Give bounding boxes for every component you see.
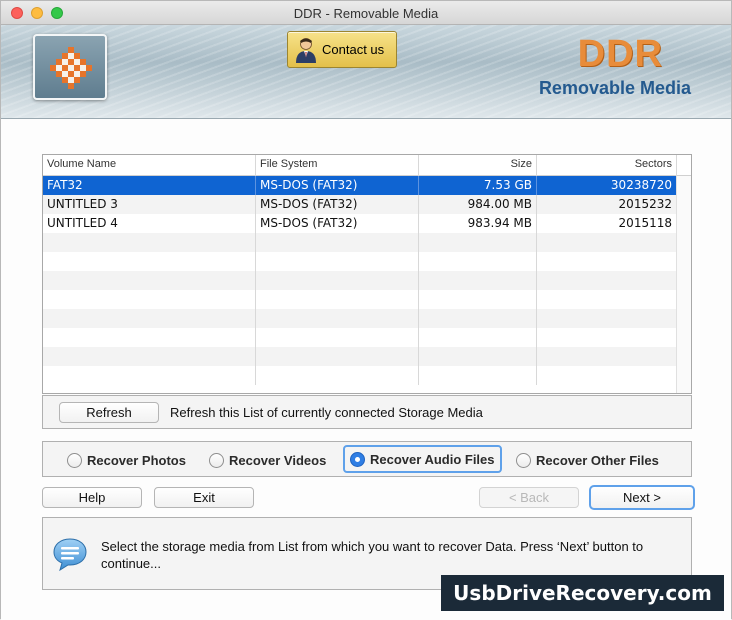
refresh-button[interactable]: Refresh bbox=[59, 402, 159, 423]
empty-row bbox=[43, 252, 677, 271]
radio-icon[interactable] bbox=[67, 452, 82, 468]
exit-button[interactable]: Exit bbox=[154, 487, 254, 508]
website-watermark: UsbDriveRecovery.com bbox=[441, 575, 724, 611]
next-button[interactable]: Next > bbox=[589, 485, 695, 510]
table-body: FAT32 MS-DOS (FAT32) 7.53 GB 30238720 UN… bbox=[43, 176, 677, 385]
column-header-volume-name[interactable]: Volume Name bbox=[43, 155, 256, 176]
table-row[interactable]: FAT32 MS-DOS (FAT32) 7.53 GB 30238720 bbox=[43, 176, 677, 195]
contact-us-button[interactable]: Contact us bbox=[287, 31, 397, 68]
sectors-cell: 30238720 bbox=[537, 176, 677, 195]
recovery-options: Recover Photos Recover Videos Recover Au… bbox=[42, 441, 692, 477]
sectors-cell: 2015118 bbox=[537, 214, 677, 233]
file-system-cell: MS-DOS (FAT32) bbox=[256, 214, 419, 233]
file-system-cell: MS-DOS (FAT32) bbox=[256, 195, 419, 214]
option-label: Recover Audio Files bbox=[370, 451, 495, 467]
checker-logo-icon bbox=[50, 47, 92, 89]
volume-name-cell: FAT32 bbox=[43, 176, 256, 195]
refresh-description: Refresh this List of currently connected… bbox=[170, 405, 483, 420]
empty-row bbox=[43, 309, 677, 328]
empty-row bbox=[43, 366, 677, 385]
option-label: Recover Photos bbox=[87, 452, 186, 468]
speech-bubble-icon bbox=[53, 538, 87, 572]
volume-name-cell: UNTITLED 4 bbox=[43, 214, 256, 233]
person-icon bbox=[296, 37, 316, 63]
brand-subtitle: Removable Media bbox=[538, 78, 691, 98]
app-window: DDR - Removable Media Contact us DDR Rem… bbox=[0, 0, 732, 620]
refresh-panel: Refresh Refresh this List of currently c… bbox=[42, 395, 692, 429]
table-row[interactable]: UNTITLED 4 MS-DOS (FAT32) 983.94 MB 2015… bbox=[43, 214, 677, 233]
empty-row bbox=[43, 233, 677, 252]
size-cell: 7.53 GB bbox=[419, 176, 537, 195]
empty-row bbox=[43, 290, 677, 309]
empty-row bbox=[43, 347, 677, 366]
column-header-file-system[interactable]: File System bbox=[256, 155, 419, 176]
file-system-cell: MS-DOS (FAT32) bbox=[256, 176, 419, 195]
contact-us-label: Contact us bbox=[322, 42, 385, 57]
option-label: Recover Videos bbox=[229, 452, 327, 468]
size-cell: 983.94 MB bbox=[419, 214, 537, 233]
back-button[interactable]: < Back bbox=[479, 487, 579, 508]
option-recover-videos[interactable]: Recover Videos bbox=[209, 451, 326, 469]
header-banner: Contact us DDR Removable Media bbox=[1, 25, 731, 119]
title-bar: DDR - Removable Media bbox=[1, 1, 731, 25]
option-recover-other-files[interactable]: Recover Other Files bbox=[516, 451, 659, 469]
empty-row bbox=[43, 271, 677, 290]
radio-icon[interactable] bbox=[516, 452, 531, 468]
table-row[interactable]: UNTITLED 3 MS-DOS (FAT32) 984.00 MB 2015… bbox=[43, 195, 677, 214]
info-message: Select the storage media from List from … bbox=[101, 539, 644, 571]
volume-name-cell: UNTITLED 3 bbox=[43, 195, 256, 214]
empty-row bbox=[43, 328, 677, 347]
option-label: Recover Other Files bbox=[536, 452, 659, 468]
radio-selected-icon[interactable] bbox=[350, 451, 365, 467]
brand-title: DDR bbox=[577, 33, 663, 75]
table-header: Volume Name File System Size Sectors bbox=[43, 155, 691, 176]
table-scrollbar[interactable] bbox=[676, 176, 691, 393]
sectors-cell: 2015232 bbox=[537, 195, 677, 214]
radio-icon[interactable] bbox=[209, 452, 224, 468]
app-logo bbox=[33, 34, 107, 100]
size-cell: 984.00 MB bbox=[419, 195, 537, 214]
drive-table[interactable]: Volume Name File System Size Sectors FAT… bbox=[42, 154, 692, 394]
column-header-sectors[interactable]: Sectors bbox=[537, 155, 677, 176]
option-recover-audio-files[interactable]: Recover Audio Files bbox=[343, 445, 502, 473]
column-header-size[interactable]: Size bbox=[419, 155, 537, 176]
help-button[interactable]: Help bbox=[42, 487, 142, 508]
option-recover-photos[interactable]: Recover Photos bbox=[67, 451, 186, 469]
window-title: DDR - Removable Media bbox=[293, 6, 439, 21]
